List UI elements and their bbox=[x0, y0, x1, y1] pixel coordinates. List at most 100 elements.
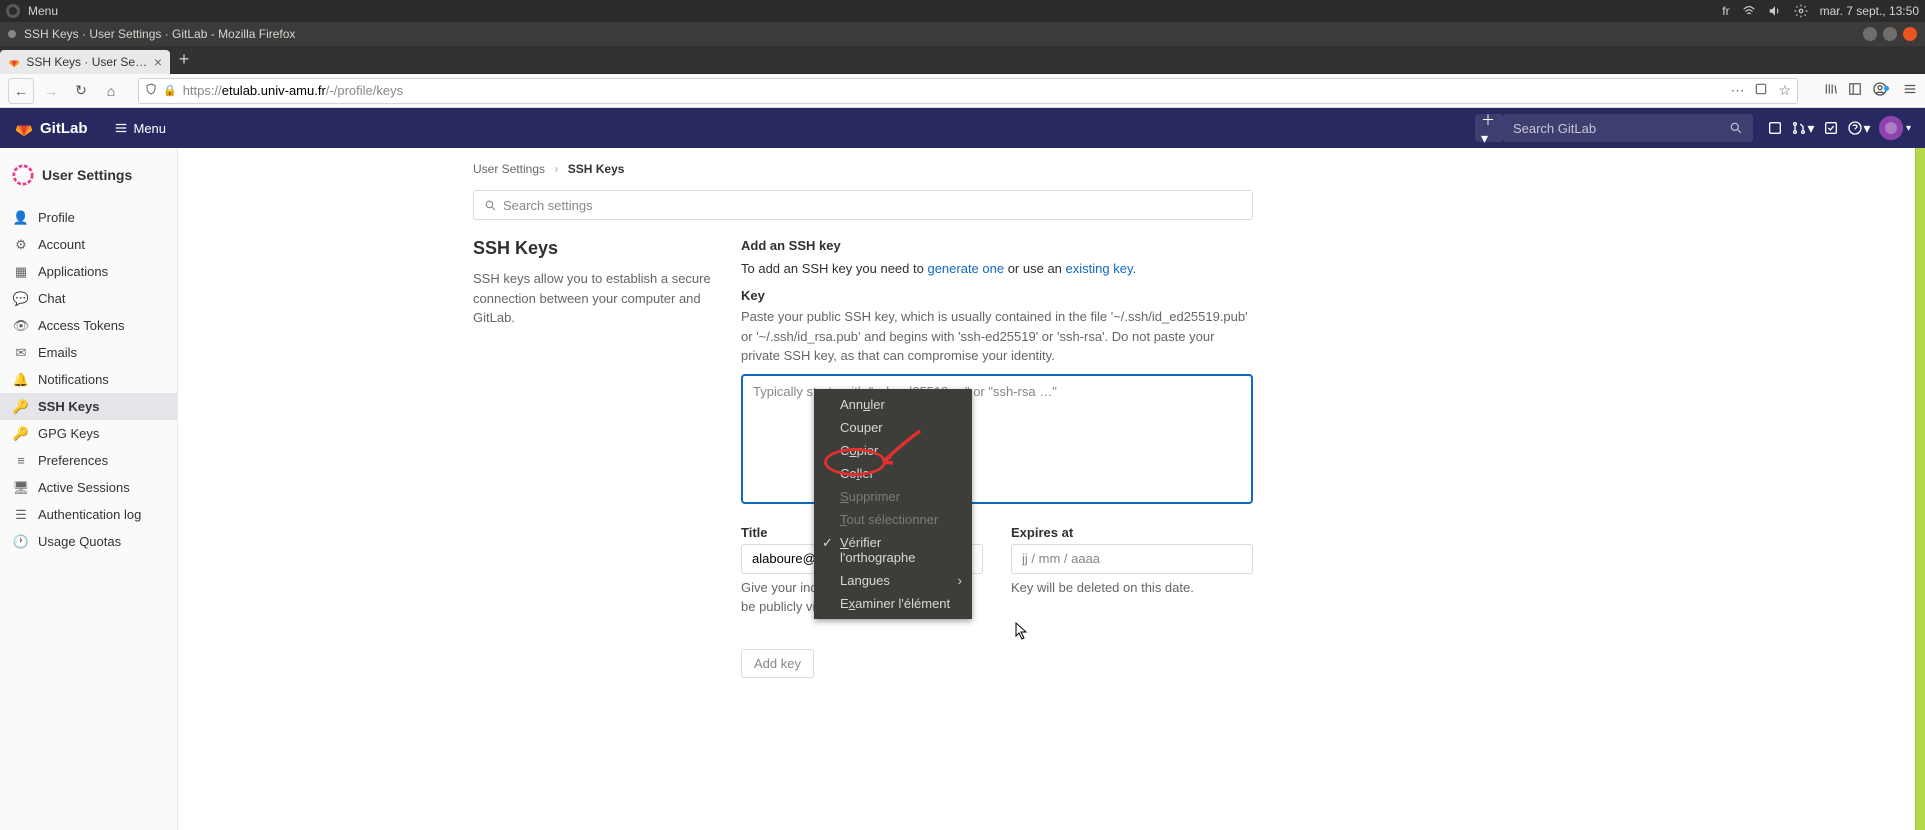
context-menu-spellcheck[interactable]: ✓Vérifier l'orthographe bbox=[814, 531, 972, 569]
sidebar-item-usage-quotas[interactable]: 🕐Usage Quotas bbox=[0, 528, 177, 555]
add-key-button[interactable]: Add key bbox=[741, 649, 814, 678]
key-icon: 🔑 bbox=[14, 427, 28, 441]
expires-help: Key will be deleted on this date. bbox=[1011, 578, 1253, 598]
app-indicator-icon bbox=[8, 30, 16, 38]
sidebar-item-applications[interactable]: ▦Applications bbox=[0, 258, 177, 285]
todos-icon[interactable] bbox=[1817, 114, 1845, 142]
help-icon[interactable]: ▾ bbox=[1845, 114, 1873, 142]
sidebar-item-label: Applications bbox=[38, 264, 108, 279]
breadcrumb-root[interactable]: User Settings bbox=[473, 162, 545, 176]
session-icon: 🖥 bbox=[14, 481, 28, 495]
sidebar-item-label: SSH Keys bbox=[38, 399, 99, 414]
browser-tab-active[interactable]: SSH Keys · User Settings × bbox=[0, 50, 170, 74]
sidebar-item-gpg-keys[interactable]: 🔑GPG Keys bbox=[0, 420, 177, 447]
library-icon[interactable] bbox=[1824, 82, 1838, 99]
back-button[interactable]: ← bbox=[8, 78, 34, 104]
add-ssh-title: Add an SSH key bbox=[741, 238, 1253, 253]
reader-icon[interactable] bbox=[1754, 82, 1768, 99]
url-bar[interactable]: 🔒 https://etulab.univ-amu.fr/-/profile/k… bbox=[138, 78, 1798, 104]
sidebar-item-label: Emails bbox=[38, 345, 77, 360]
sidebar-item-chat[interactable]: 💬Chat bbox=[0, 285, 177, 312]
add-ssh-help: To add an SSH key you need to generate o… bbox=[741, 261, 1253, 276]
sidebar-item-emails[interactable]: ✉ Emails bbox=[0, 339, 177, 366]
sidebar-item-label: Notifications bbox=[38, 372, 109, 387]
expires-input[interactable] bbox=[1011, 544, 1253, 574]
clock-icon: 🕐 bbox=[14, 535, 28, 549]
sidebar-title: User Settings bbox=[0, 158, 177, 192]
settings-gear-icon[interactable] bbox=[1794, 4, 1808, 18]
gitlab-top-nav: GitLab Menu ＋ ▾ ▾ ▾ ▾ bbox=[0, 108, 1925, 148]
breadcrumb-current: SSH Keys bbox=[568, 162, 625, 176]
window-minimize-button[interactable] bbox=[1863, 27, 1877, 41]
merge-requests-icon[interactable]: ▾ bbox=[1789, 114, 1817, 142]
sidebar-item-notifications[interactable]: 🔔 Notifications bbox=[0, 366, 177, 393]
user-avatar-button[interactable]: ▾ bbox=[1873, 116, 1911, 140]
sidebar-item-label: Account bbox=[38, 237, 85, 252]
context-menu-copy[interactable]: Copier bbox=[814, 439, 972, 462]
mail-icon: ✉ bbox=[14, 346, 28, 360]
shield-icon[interactable] bbox=[145, 83, 157, 98]
language-indicator[interactable]: fr bbox=[1722, 4, 1729, 18]
bell-icon: 🔔 bbox=[14, 373, 28, 387]
window-maximize-button[interactable] bbox=[1883, 27, 1897, 41]
reload-button[interactable]: ↻ bbox=[68, 78, 94, 104]
key-help-text: Paste your public SSH key, which is usua… bbox=[741, 307, 1253, 366]
main-content: User Settings › SSH Keys SSH Keys SSH ke… bbox=[178, 148, 1925, 830]
sidebar-item-auth-log[interactable]: ☰Authentication log bbox=[0, 501, 177, 528]
person-icon: 👤 bbox=[14, 211, 28, 225]
search-settings[interactable] bbox=[473, 190, 1253, 220]
ubuntu-menu-label[interactable]: Menu bbox=[28, 4, 58, 18]
generate-one-link[interactable]: generate one bbox=[927, 261, 1004, 276]
sidebar-item-access-tokens[interactable]: 👁Access Tokens bbox=[0, 312, 177, 339]
sidebar-item-label: Active Sessions bbox=[38, 480, 130, 495]
menu-hamburger-icon bbox=[114, 121, 128, 135]
page-scrollbar[interactable] bbox=[1915, 148, 1925, 830]
gitlab-search[interactable] bbox=[1503, 114, 1753, 142]
sidebar-item-label: Chat bbox=[38, 291, 65, 306]
sidebar-toggle-icon[interactable] bbox=[1848, 82, 1862, 99]
sidebar-item-label: Profile bbox=[38, 210, 75, 225]
context-menu-delete: Supprimer bbox=[814, 485, 972, 508]
window-close-button[interactable] bbox=[1903, 27, 1917, 41]
sidebar-item-label: Authentication log bbox=[38, 507, 141, 522]
context-menu-paste[interactable]: Coller bbox=[814, 462, 972, 485]
gitlab-search-input[interactable] bbox=[1513, 121, 1729, 136]
context-menu-cut[interactable]: Couper bbox=[814, 416, 972, 439]
date-indicator[interactable]: mar. 7 sept., 13:50 bbox=[1820, 4, 1919, 18]
menu-hamburger-icon[interactable] bbox=[1903, 82, 1917, 99]
breadcrumb: User Settings › SSH Keys bbox=[473, 162, 1885, 176]
sidebar-item-label: Access Tokens bbox=[38, 318, 124, 333]
section-description: SSH keys allow you to establish a secure… bbox=[473, 269, 713, 328]
issues-icon[interactable] bbox=[1761, 114, 1789, 142]
search-settings-input[interactable] bbox=[503, 198, 1242, 213]
new-tab-button[interactable]: + bbox=[170, 48, 198, 72]
context-menu-languages[interactable]: Langues bbox=[814, 569, 972, 592]
tab-title: SSH Keys · User Settings bbox=[26, 55, 147, 69]
tab-close-button[interactable]: × bbox=[154, 54, 162, 70]
context-menu-inspect[interactable]: Examiner l'élément bbox=[814, 592, 972, 615]
sidebar-item-preferences[interactable]: ≡Preferences bbox=[0, 447, 177, 474]
ubuntu-logo-icon[interactable] bbox=[6, 4, 20, 18]
gitlab-logo[interactable]: GitLab bbox=[14, 118, 88, 138]
url-more-icon[interactable]: ⋯ bbox=[1730, 82, 1744, 99]
existing-key-link[interactable]: existing key bbox=[1066, 261, 1133, 276]
user-settings-icon bbox=[12, 164, 34, 186]
volume-icon[interactable] bbox=[1768, 4, 1782, 18]
wifi-icon[interactable] bbox=[1742, 4, 1756, 18]
window-title-bar: SSH Keys · User Settings · GitLab - Mozi… bbox=[0, 22, 1925, 46]
sidebar-item-account[interactable]: ⚙ Account bbox=[0, 231, 177, 258]
search-icon bbox=[1729, 121, 1743, 135]
lock-icon[interactable]: 🔒 bbox=[163, 84, 177, 97]
context-menu-undo[interactable]: Annuler bbox=[814, 393, 972, 416]
section-heading: SSH Keys bbox=[473, 238, 713, 259]
bookmark-star-icon[interactable]: ☆ bbox=[1778, 82, 1791, 99]
avatar-icon bbox=[1879, 116, 1903, 140]
gitlab-menu-button[interactable]: Menu bbox=[106, 117, 175, 140]
new-dropdown-button[interactable]: ＋ ▾ bbox=[1475, 114, 1503, 142]
home-button[interactable]: ⌂ bbox=[98, 78, 124, 104]
sidebar-item-active-sessions[interactable]: 🖥 Active Sessions bbox=[0, 474, 177, 501]
sidebar-item-ssh-keys[interactable]: 🔑SSH Keys bbox=[0, 393, 177, 420]
gear-icon: ⚙ bbox=[14, 238, 28, 252]
account-icon[interactable] bbox=[1872, 81, 1893, 100]
sidebar-item-profile[interactable]: 👤 Profile bbox=[0, 204, 177, 231]
